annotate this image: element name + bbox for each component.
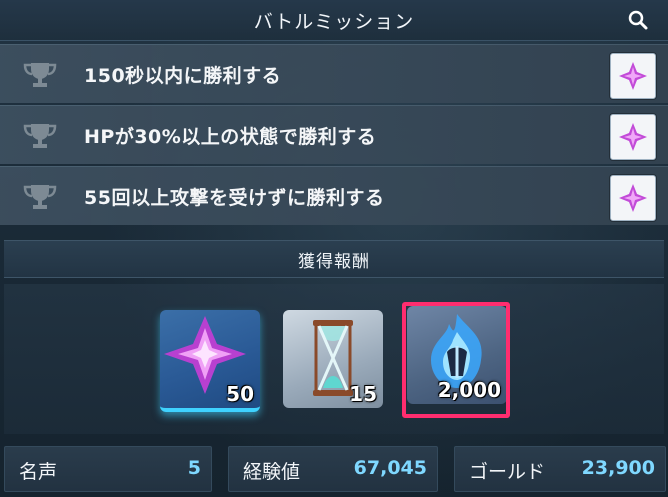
stat-gold: ゴールド 23,900 <box>454 446 666 492</box>
stat-value: 5 <box>187 457 201 479</box>
stat-value: 67,045 <box>353 457 427 479</box>
item-count: 50 <box>226 382 254 406</box>
mission-reward-button[interactable] <box>610 175 656 221</box>
selection-highlight <box>402 302 510 418</box>
crystal-icon <box>619 123 647 151</box>
mission-text: 55回以上攻撃を受けずに勝利する <box>84 186 385 209</box>
reward-item-hourglass[interactable]: 15 <box>283 310 383 408</box>
crystal-icon <box>619 62 647 90</box>
stat-label: 名声 <box>19 461 58 483</box>
mission-list: 150秒以内に勝利する HPが30%以上の状態で勝利する 55回以上攻撃を受けず… <box>0 44 668 227</box>
mission-reward-button[interactable] <box>610 114 656 160</box>
search-button[interactable] <box>626 8 650 32</box>
mission-text: 150秒以内に勝利する <box>84 64 282 87</box>
trophy-icon <box>23 185 57 209</box>
crystal-icon <box>619 184 647 212</box>
stat-label: ゴールド <box>469 461 546 483</box>
reward-item-crystal[interactable]: 50 <box>160 310 260 412</box>
mission-reward-button[interactable] <box>610 53 656 99</box>
stat-label: 経験値 <box>243 461 301 483</box>
mission-row: 150秒以内に勝利する <box>0 44 668 103</box>
stat-value: 23,900 <box>581 457 655 479</box>
mission-text: HPが30%以上の状態で勝利する <box>84 125 377 148</box>
stat-fame: 名声 5 <box>4 446 212 492</box>
stat-exp: 経験値 67,045 <box>228 446 438 492</box>
page-title: バトルミッション <box>253 10 415 33</box>
mission-row: HPが30%以上の状態で勝利する <box>0 105 668 164</box>
mission-row: 55回以上攻撃を受けずに勝利する <box>0 166 668 225</box>
item-count: 15 <box>349 382 377 406</box>
trophy-icon <box>23 63 57 87</box>
header-bar: バトルミッション <box>0 0 668 41</box>
search-icon <box>628 10 648 30</box>
rewards-header: 獲得報酬 <box>4 240 664 278</box>
trophy-icon <box>23 124 57 148</box>
rewards-title: 獲得報酬 <box>298 251 370 272</box>
